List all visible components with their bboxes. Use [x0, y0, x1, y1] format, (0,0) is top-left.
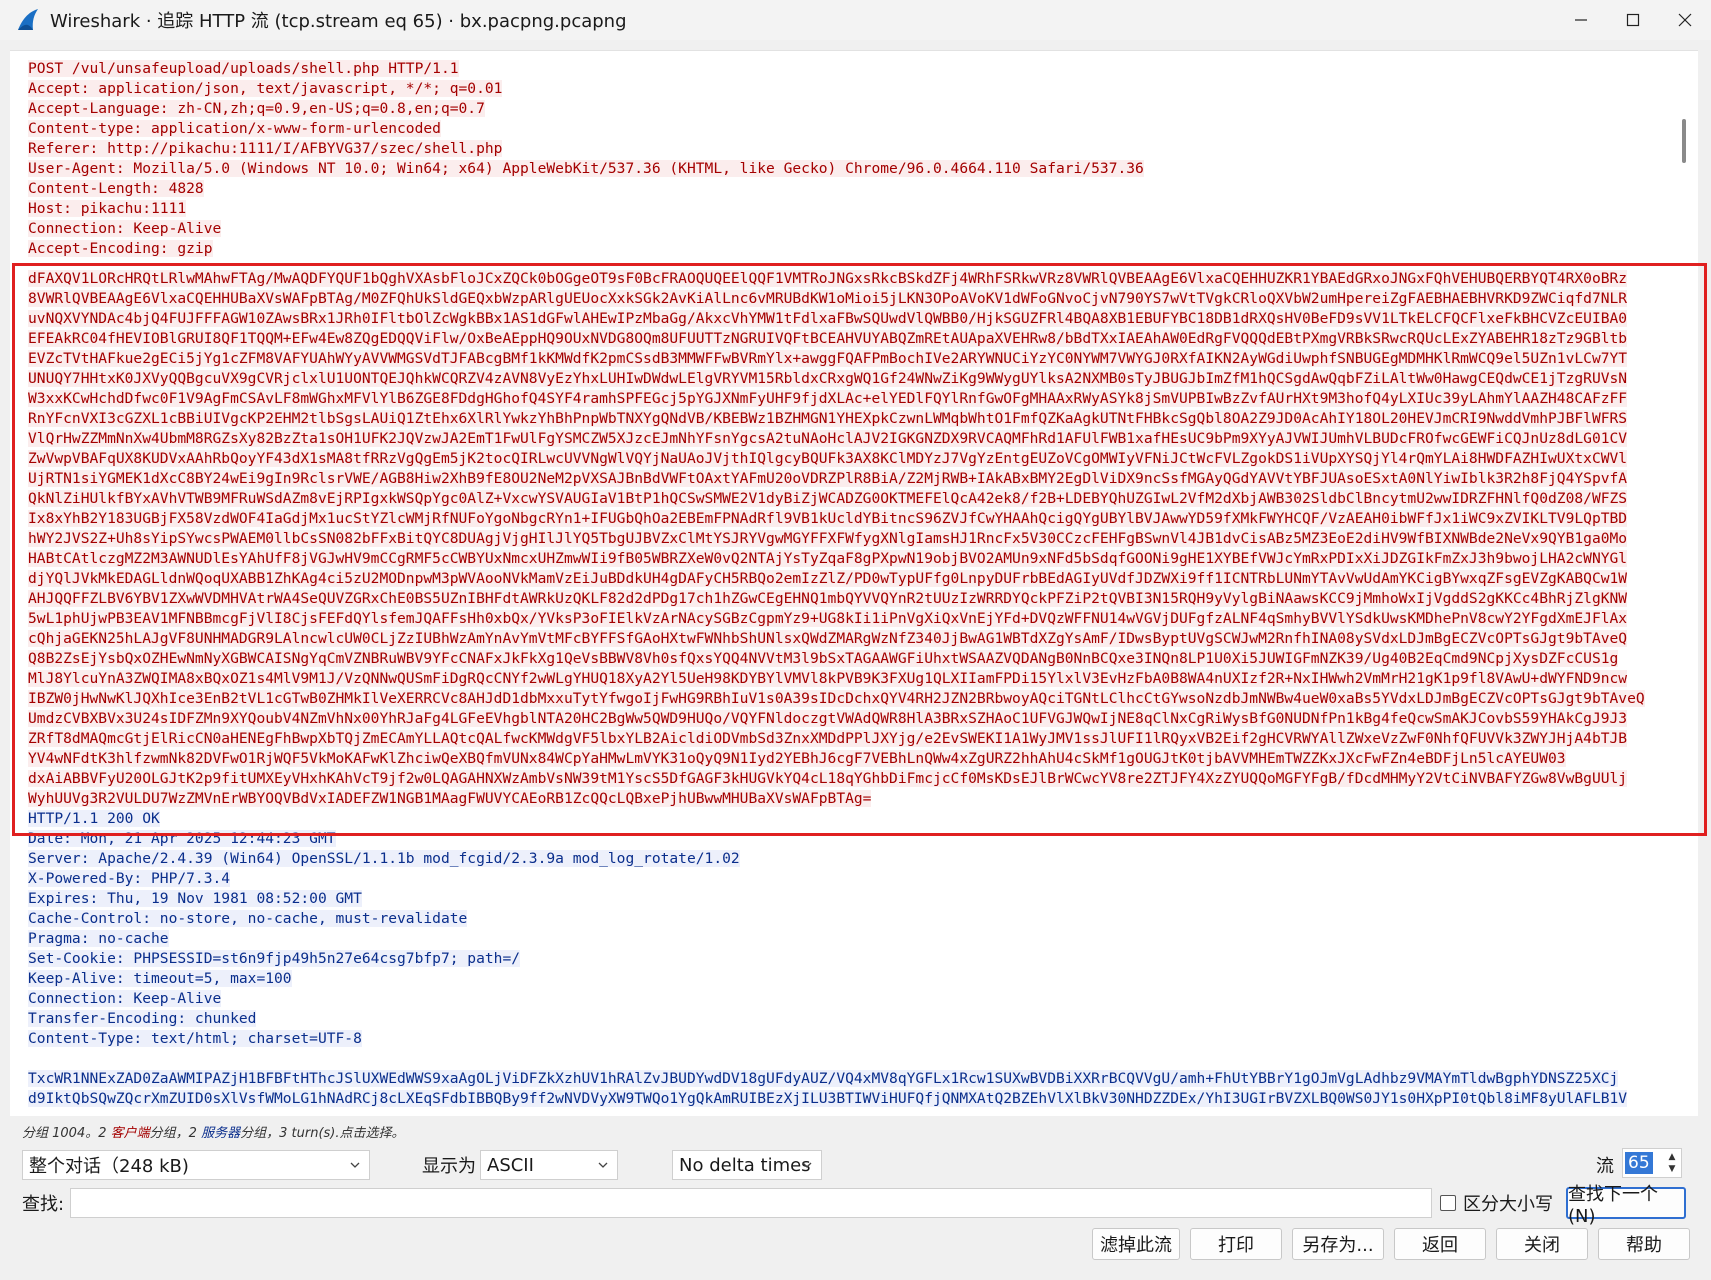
close-window-button[interactable] [1659, 0, 1711, 40]
request-body-line: AHJQQFFZLBV6YBV1ZXwWVDMHVAtrWA4SeQUVZGRx… [28, 590, 1628, 607]
response-header-line: Keep-Alive: timeout=5, max=100 [28, 970, 292, 987]
response-headers: HTTP/1.1 200 OK Date: Mon, 21 Apr 2025 12… [28, 809, 1698, 1049]
request-header-line: POST /vul/unsafeupload/uploads/shell.php… [28, 60, 459, 77]
response-header-line: Cache-Control: no-store, no-cache, must-… [28, 910, 468, 927]
request-body-line: IBZW0jHwNwKlJQXhIce3EnB2tVL1cGTwB0ZHMkIl… [28, 690, 1645, 707]
chevron-down-icon [350, 1162, 360, 1168]
request-body-line: WyhUUVg3R2VULDU7WzZMVnErWBYOQVBdVxIADEFZ… [28, 790, 872, 807]
request-body-line: QkNlZiHUlkfBYxAVhVTWB9MFRuWSdAZm8vEjRPIg… [28, 490, 1628, 507]
response-header-line: Connection: Keep-Alive [28, 990, 222, 1007]
request-body-line: djYQlJVkMkEDAGLldnWQoqUXABB1ZhKAg4ci5zU2… [28, 570, 1628, 587]
request-body-line: ZRfT8dMAQmcGtjElRicCN0aHENEgFhBwpXbTQjZm… [28, 730, 1628, 747]
response-header-line: Server: Apache/2.4.39 (Win64) OpenSSL/1.… [28, 850, 740, 867]
stream-status: 分组 1004。2 客户端分组，2 服务器分组，3 turn(s).点击选择。 [22, 1126, 405, 1141]
request-body-line: W3xxKCwHchdDfwc0F1V9AgFmCSAvLF8mWGhxMFVl… [28, 390, 1628, 407]
delta-times-select[interactable]: No delta times [672, 1150, 822, 1180]
wireshark-fin-icon [18, 9, 38, 30]
request-body-line: RnYFcnVXI3cGZXL1cBBiUIVgcKP2EHM2tlbSgsLA… [28, 410, 1628, 427]
response-header-line: HTTP/1.1 200 OK [28, 810, 160, 827]
request-body-line: Ix8xYhB2Y183UGBjFX58VzdWOF4IaGdjMx1ucStY… [28, 510, 1628, 527]
request-body-line: UjRTN1siYGMEK1dXcC8BY24wEi9gIn9RclsrVWE/… [28, 470, 1628, 487]
spin-arrows-icon[interactable]: ▲ ▼ [1665, 1151, 1679, 1175]
stream-number-value[interactable]: 65 [1625, 1152, 1653, 1174]
show-as-label: 显示为 [422, 1156, 476, 1177]
request-header-line: Referer: http://pikachu:1111/I/AFBYVG37/… [28, 140, 503, 157]
case-sensitive-label: 区分大小写 [1463, 1194, 1553, 1215]
chevron-down-icon [802, 1162, 812, 1168]
close-button[interactable]: 关闭 [1496, 1228, 1588, 1260]
request-header-line: Accept-Encoding: gzip [28, 240, 213, 257]
maximize-icon [1626, 13, 1640, 27]
request-header-line: Content-Length: 4828 [28, 180, 204, 197]
request-body: dFAXQV1LORcHRQtLRlwMAhwFTAg/MwAQDFYQUF1b… [28, 269, 1698, 809]
request-body-line: MlJ8YlcuYnA3ZWQIMA8xBQxOZ1s4MlV9M1J/VzQN… [28, 670, 1628, 687]
server-label: 服务器 [201, 1126, 241, 1141]
request-body-line: EFEAkRC04fHEVIOBlGRUI8QF1TQQM+EFw4Ew8ZQg… [28, 330, 1628, 347]
request-body-line: YV4wNFdtK3hlfzwmNk82DVFwO1RjWQF5VkMoKAFw… [28, 750, 1566, 767]
window-title: Wireshark · 追踪 HTTP 流 (tcp.stream eq 65)… [50, 11, 627, 32]
response-body-line: TxcWR1NNExZAD0ZaAWMIPAZjH1BFBFtHThcJSlUX… [28, 1070, 1619, 1087]
close-icon [1678, 13, 1692, 27]
request-body-line: 8VWRlQVBEAAgE6VlxaCQEHHUBaXVsWAFpBTAg/M0… [28, 290, 1628, 307]
request-body-line: ZwVwpVBAFqUX8KUDVxAAhRbQoyYF43dX1sMA8tfR… [28, 450, 1628, 467]
request-header-line: Host: pikachu:1111 [28, 200, 187, 217]
find-label: 查找: [22, 1194, 65, 1215]
find-next-button[interactable]: 查找下一个(N) [1566, 1184, 1686, 1227]
back-button[interactable]: 返回 [1394, 1228, 1486, 1260]
filter-out-button[interactable]: 滤掉此流 [1092, 1228, 1180, 1260]
print-button[interactable]: 打印 [1190, 1228, 1282, 1260]
stream-text-view[interactable]: POST /vul/unsafeupload/uploads/shell.php… [10, 50, 1698, 1116]
response-body-line: d9IktQbSQwZQcrXmZUID0sXlVsfWMoLG1hNAdRCj… [28, 1090, 1628, 1107]
request-body-line: uvNQXVYNDAc4bjQ4FUJFFFAGW10ZAwsBRx1JRh0I… [28, 310, 1628, 327]
request-body-line: 5wL1phUjwPB3EAV1MFNBBmcgFjVlI8CjsFEFdQYl… [28, 610, 1628, 627]
minimize-button[interactable] [1555, 0, 1607, 40]
request-body-line: cQhjaGEKN25hLAJgVF8UNHMADGR9LAlncwlcUW0C… [28, 630, 1628, 647]
dialog-buttons: 滤掉此流 打印 另存为... 返回 关闭 帮助 [0, 1226, 1711, 1262]
request-body-line: dxAiABBVFyU20OLGJtK2p9fitUMXEyVHxhKAhVcT… [28, 770, 1628, 787]
response-header-line: Content-Type: text/html; charset=UTF-8 [28, 1030, 362, 1047]
help-button[interactable]: 帮助 [1598, 1228, 1690, 1260]
client-label: 客户端 [110, 1126, 150, 1141]
vertical-scrollbar-thumb[interactable] [1682, 119, 1686, 163]
request-body-line: dFAXQV1LORcHRQtLRlwMAhwFTAg/MwAQDFYQUF1b… [28, 270, 1628, 287]
request-header-line: Connection: Keep-Alive [28, 220, 222, 237]
request-body-line: UmdzCVBXBVx3U24sIDFZMn9XYQoubV4NZmVhNx00… [28, 710, 1628, 727]
response-header-line: Set-Cookie: PHPSESSID=st6n9fjp49h5n27e64… [28, 950, 521, 967]
response-header-line: X-Powered-By: PHP/7.3.4 [28, 870, 231, 887]
response-body: TxcWR1NNExZAD0ZaAWMIPAZjH1BFBFtHThcJSlUX… [28, 1069, 1698, 1109]
chevron-down-icon [598, 1162, 608, 1168]
find-row: 查找: 区分大小写 查找下一个(N) [0, 1184, 1711, 1227]
save-as-button[interactable]: 另存为... [1292, 1228, 1384, 1260]
response-header-line: Transfer-Encoding: chunked [28, 1010, 257, 1027]
request-body-line: EVZcTVtHAFkue2gECi5jYg1cZFM8VAFYUAhWYyAV… [28, 350, 1628, 367]
maximize-button[interactable] [1607, 0, 1659, 40]
show-as-select[interactable]: ASCII [480, 1150, 618, 1180]
request-header-line: User-Agent: Mozilla/5.0 (Windows NT 10.0… [28, 160, 1144, 177]
request-headers: POST /vul/unsafeupload/uploads/shell.php… [28, 59, 1698, 259]
stream-label: 流 [1596, 1156, 1614, 1177]
response-header-line: Expires: Thu, 19 Nov 1981 08:52:00 GMT [28, 890, 362, 907]
request-header-line: Accept: application/json, text/javascrip… [28, 80, 503, 97]
minimize-icon [1575, 19, 1587, 21]
request-header-line: Content-type: application/x-www-form-url… [28, 120, 441, 137]
request-header-line: Accept-Language: zh-CN,zh;q=0.9,en-US;q=… [28, 100, 485, 117]
find-input[interactable] [70, 1188, 1432, 1218]
conversation-select[interactable]: 整个对话（248 kB) [22, 1150, 370, 1180]
title-bar: Wireshark · 追踪 HTTP 流 (tcp.stream eq 65)… [0, 0, 1711, 40]
request-body-line: VlQrHwZZMmNnXw4UbmM8RGZsXy82BzZta1sOH1UF… [28, 430, 1628, 447]
response-header-line: Pragma: no-cache [28, 930, 169, 947]
request-body-line: HABtCAtlczgMZ2M3AWNUDlEsYAhUfF8jVGJwHV9m… [28, 550, 1628, 567]
controls-row: 整个对话（248 kB) 显示为 ASCII No delta times 流 … [0, 1148, 1711, 1184]
stream-number-spinbox[interactable]: 65 ▲ ▼ [1622, 1148, 1682, 1178]
request-body-line: Q8B2ZsEjYsbQxOZHEwNmNyXGBWCAISNgYqCmVZNB… [28, 650, 1619, 667]
request-body-line: hWY2JVS2Z+Uh8sYipSYwcsPWAEM0llbCsSN082bF… [28, 530, 1628, 547]
response-header-line: Date: Mon, 21 Apr 2025 12:44:23 GMT [28, 830, 336, 847]
request-body-line: UNUQY7HHtxK0JXVyQQBgcuVX9gCVRjclxlU1UONT… [28, 370, 1628, 387]
case-sensitive-checkbox[interactable] [1440, 1195, 1456, 1211]
